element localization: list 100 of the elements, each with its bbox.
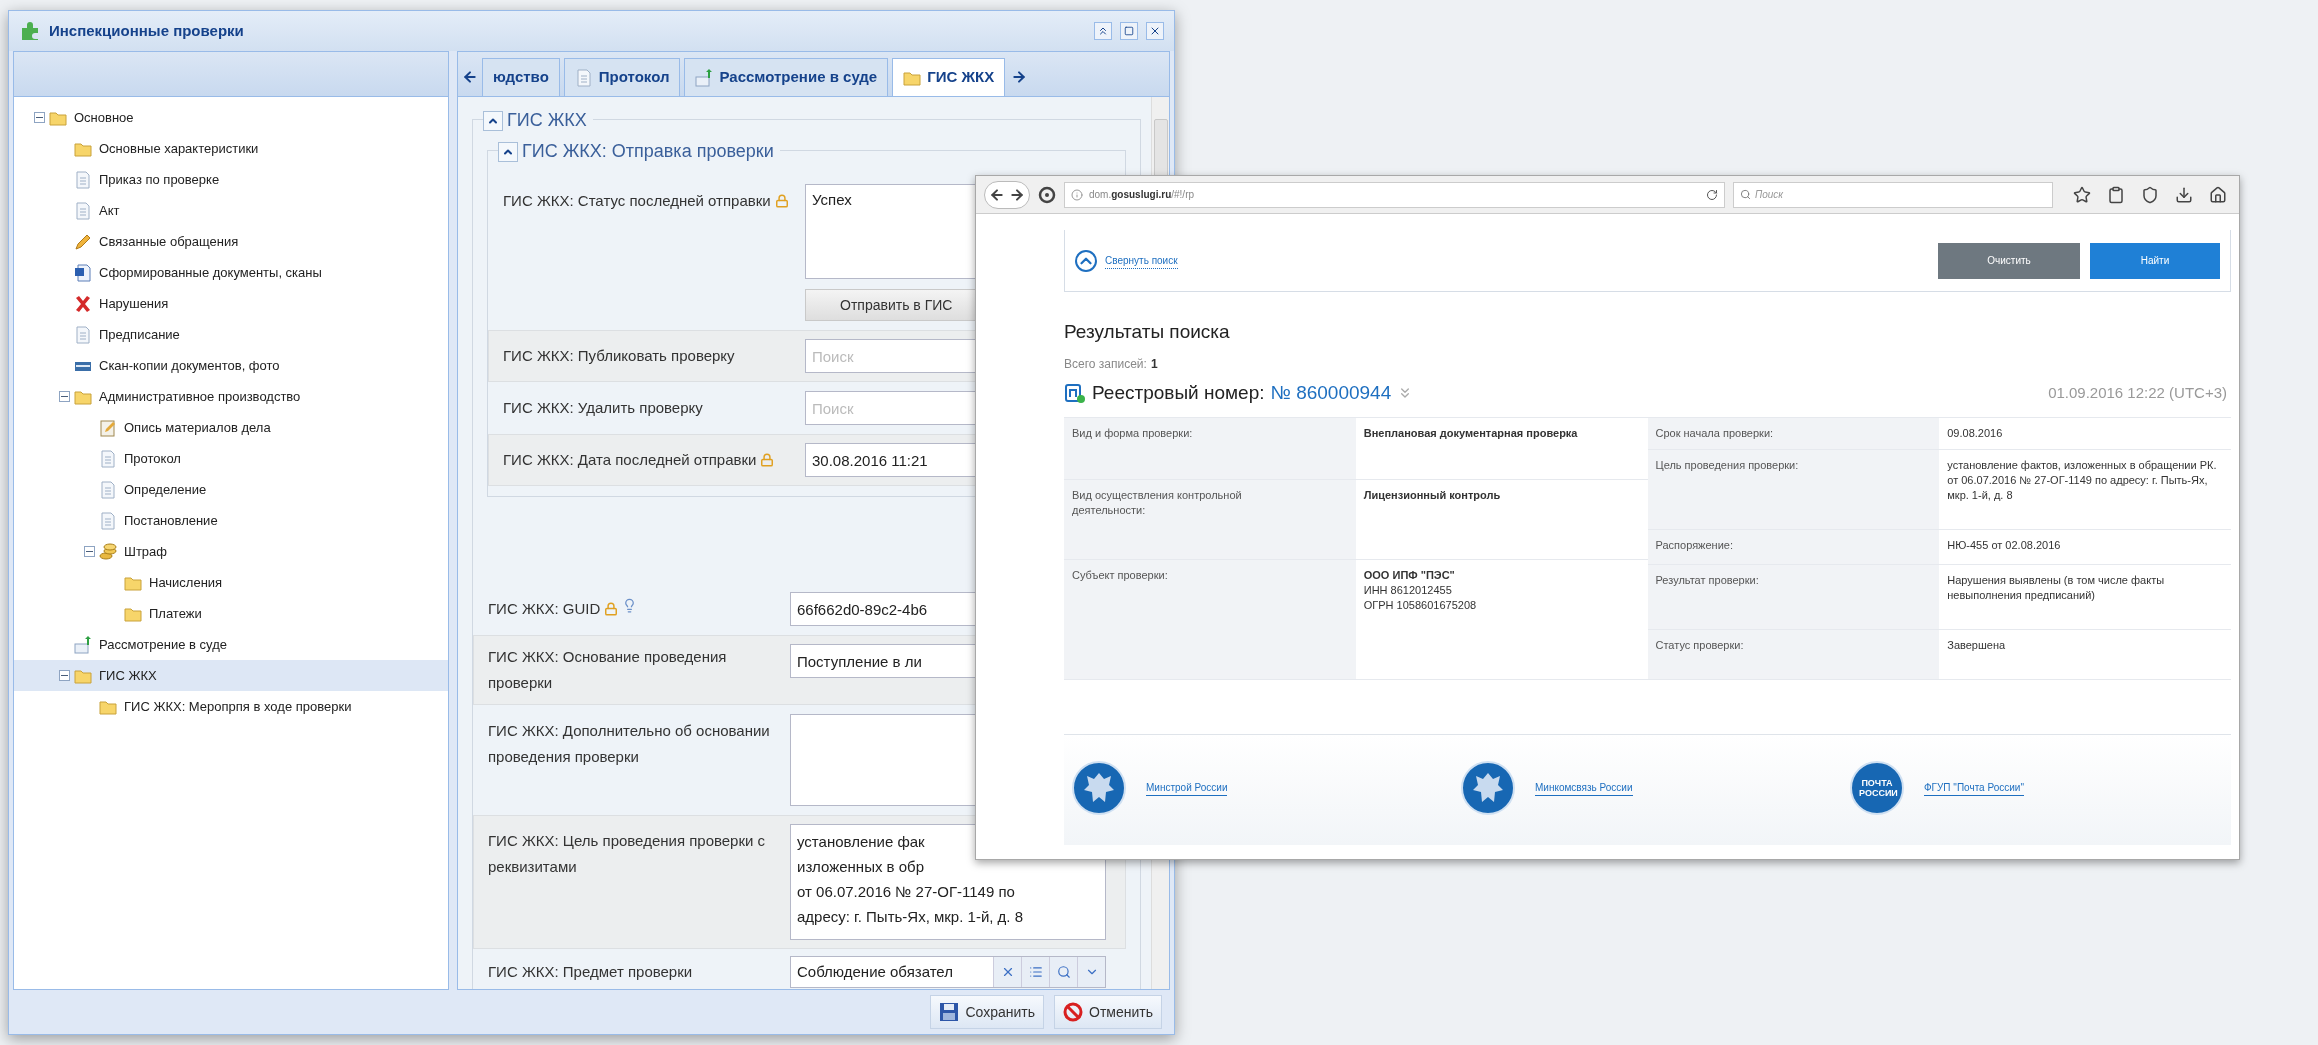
tree-item-label: Скан-копии документов, фото xyxy=(99,356,280,375)
footer-link[interactable]: ФГУП "Почта России" xyxy=(1924,780,2024,796)
collapse-toggle-icon[interactable] xyxy=(84,546,95,557)
section-title: ГИС ЖКХ: Отправка проверки xyxy=(522,140,774,163)
detail-value: НЮ-455 от 02.08.2016 xyxy=(1947,538,2062,553)
shield-icon[interactable] xyxy=(2141,185,2159,204)
detail-value: установление фактов, изложенных в обращении РК. от 06.07.2016 № 27-ОГ-1149 по адресу: г. Пыть-Ях, мкр. 1-й, д. 8 xyxy=(1947,458,2218,503)
tab[interactable]: юдство xyxy=(482,58,560,96)
close-button[interactable] xyxy=(1146,22,1164,40)
footer-link[interactable]: Минкомсвязь России xyxy=(1535,780,1633,796)
search-icon xyxy=(1740,189,1751,200)
close-icon xyxy=(1149,25,1161,37)
tree-item[interactable]: Приказ по проверке xyxy=(14,164,448,195)
field-label: ГИС ЖКХ: Публиковать проверку xyxy=(503,346,735,366)
list-icon xyxy=(1028,965,1043,979)
tree-item[interactable]: Протокол xyxy=(14,443,448,474)
tree-item[interactable]: Рассмотрение в суде xyxy=(14,629,448,660)
detail-value: ИНН 8612012455 xyxy=(1363,583,1453,598)
collapse-toggle-icon[interactable] xyxy=(59,391,70,402)
tree-item[interactable]: ГИС ЖКХ: Меропрпя в ходе проверки xyxy=(14,691,448,722)
tree-item-label: Нарушения xyxy=(99,294,169,313)
lock-icon xyxy=(760,453,775,467)
circle-icon[interactable] xyxy=(1038,185,1056,204)
tree-item-label: Штраф xyxy=(124,542,168,561)
combo-field[interactable]: Соблюдение обязател xyxy=(790,956,1106,988)
forward-icon[interactable] xyxy=(1009,186,1025,203)
tree-item[interactable]: Сформированные документы, сканы xyxy=(14,257,448,288)
field-label: ГИС ЖКХ: Статус последней отправки xyxy=(503,192,789,209)
document-icon xyxy=(99,449,117,468)
tree-item[interactable]: Основное xyxy=(14,102,448,133)
tree-item[interactable]: Начисления xyxy=(14,567,448,598)
reload-icon[interactable] xyxy=(1706,188,1718,201)
field-label: ГИС ЖКХ: Дата последней отправки xyxy=(503,447,775,473)
document-check-icon xyxy=(1064,381,1086,404)
tree-item-label: Начисления xyxy=(149,573,223,592)
tree-item-label: Акт xyxy=(99,201,120,220)
tree-item[interactable]: Постановление xyxy=(14,505,448,536)
download-icon[interactable] xyxy=(2175,185,2193,204)
lock-icon xyxy=(604,602,619,616)
field-label: ГИС ЖКХ: Предмет проверки xyxy=(488,962,693,982)
tree-item[interactable]: Опись материалов дела xyxy=(14,412,448,443)
collapse-toggle-button[interactable] xyxy=(498,141,518,162)
home-icon[interactable] xyxy=(2209,185,2227,204)
detail-value: Завершена xyxy=(1947,638,2007,653)
section-title: ГИС ЖКХ xyxy=(507,109,587,132)
star-icon[interactable] xyxy=(2073,185,2091,204)
tree-item[interactable]: Платежи xyxy=(14,598,448,629)
total-count: 1 xyxy=(1150,355,1158,373)
maximize-button[interactable] xyxy=(1120,22,1138,40)
prohibited-icon xyxy=(1063,1002,1083,1022)
cross-icon xyxy=(74,294,92,313)
cancel-button[interactable]: Отменить xyxy=(1054,995,1162,1029)
tree-item[interactable]: Основные характеристики xyxy=(14,133,448,164)
text-line: установление фак xyxy=(797,833,925,850)
tree-item[interactable]: Скан-копии документов, фото xyxy=(14,350,448,381)
tree-item[interactable]: Связанные обращения xyxy=(14,226,448,257)
collapse-toggle-icon[interactable] xyxy=(59,670,70,681)
tree-item-label: Предписание xyxy=(99,325,180,344)
tab[interactable]: ГИС ЖКХ xyxy=(892,58,1006,96)
window-title: Инспекционные проверки xyxy=(49,20,245,41)
pencil-icon xyxy=(74,232,92,251)
clipboard-icon[interactable] xyxy=(2107,185,2125,204)
search-button[interactable] xyxy=(1049,957,1077,987)
clear-button[interactable]: Очистить xyxy=(1938,242,2080,279)
registry-number-link[interactable]: № 860000944 xyxy=(1270,378,1392,407)
collapse-search-link[interactable]: Свернуть поиск xyxy=(1105,252,1178,269)
footer-link[interactable]: Минстрой России xyxy=(1146,780,1228,796)
find-button[interactable]: Найти xyxy=(2090,242,2220,279)
tree-item[interactable]: Акт xyxy=(14,195,448,226)
tree-item[interactable]: Нарушения xyxy=(14,288,448,319)
tree-item-label: Приказ по проверке xyxy=(99,170,220,189)
chevron-up-icon[interactable] xyxy=(1075,249,1097,272)
tree-item-label: Сформированные документы, сканы xyxy=(99,263,322,282)
detail-label: Вид и форма проверки: xyxy=(1072,426,1194,441)
document-icon xyxy=(99,480,117,499)
document-icon xyxy=(74,170,92,189)
tree-item-label: ГИС ЖКХ: Меропрпя в ходе проверки xyxy=(124,697,352,716)
tab[interactable]: Рассмотрение в суде xyxy=(684,58,889,96)
tab[interactable]: Протокол xyxy=(563,58,681,96)
tree-item[interactable]: Предписание xyxy=(14,319,448,350)
tree-item[interactable]: Штраф xyxy=(14,536,448,567)
tree-item[interactable]: Административное производство xyxy=(14,381,448,412)
detail-label: Результат проверки: xyxy=(1655,573,1760,588)
tree-item-label: Определение xyxy=(124,480,207,499)
info-icon xyxy=(1071,188,1083,201)
address-bar[interactable]: dom.gosuslugi.ru/#!/rp xyxy=(1064,181,1725,208)
text-line: адресу: г. Пыть-Ях, мкр. 1-й, д. 8 xyxy=(797,908,1024,925)
detail-value: Внеплановая документарная проверка xyxy=(1363,426,1579,441)
envelope-arrow-icon xyxy=(74,635,92,654)
collapse-toggle-button[interactable] xyxy=(483,110,503,131)
tree-item[interactable]: ГИС ЖКХ xyxy=(14,660,448,691)
save-button[interactable]: Сохранить xyxy=(930,995,1044,1029)
text-line: от 06.07.2016 № 27-ОГ-1149 по xyxy=(797,883,1015,900)
detail-label: Срок начала проверки: xyxy=(1655,426,1775,441)
tree-item-label: Протокол xyxy=(124,449,181,468)
tree-item[interactable]: Определение xyxy=(14,474,448,505)
collapse-toggle-icon[interactable] xyxy=(34,112,45,123)
notepad-icon xyxy=(99,418,117,437)
back-icon[interactable] xyxy=(989,186,1005,203)
collapse-button[interactable] xyxy=(1094,22,1112,40)
